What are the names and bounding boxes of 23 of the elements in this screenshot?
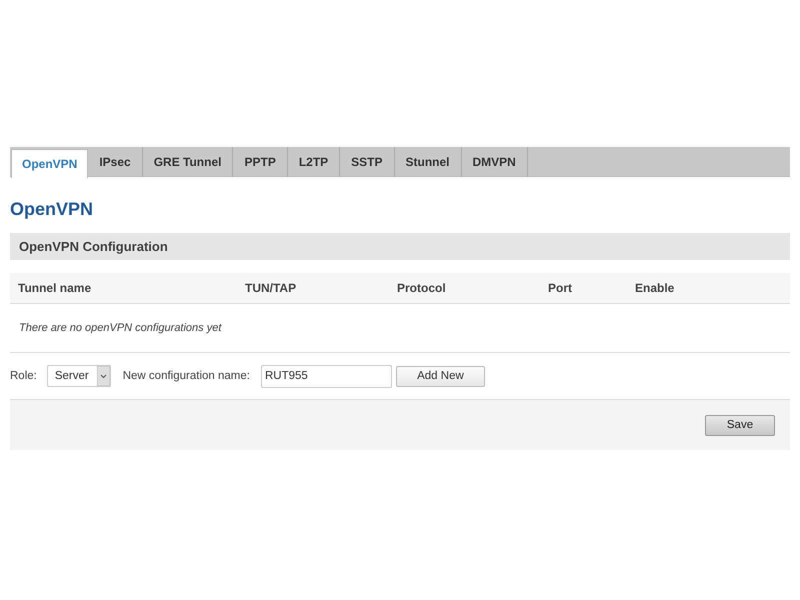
tab[interactable]: Stunnel bbox=[394, 147, 462, 177]
role-label: Role: bbox=[10, 370, 37, 382]
caret-icon bbox=[96, 366, 110, 386]
name-field[interactable]: RUT955 bbox=[260, 364, 392, 388]
tab[interactable]: PPTP bbox=[233, 147, 288, 177]
tab[interactable]: SSTP bbox=[340, 147, 395, 177]
name-label: New configuration name: bbox=[122, 370, 250, 382]
tab[interactable]: GRE Tunnel bbox=[142, 147, 234, 177]
column-header: Tunnel name bbox=[18, 281, 92, 295]
column-header: TUN/TAP bbox=[245, 281, 298, 295]
tab[interactable]: L2TP bbox=[288, 147, 340, 177]
role-select[interactable]: Server bbox=[46, 365, 111, 387]
column-header: Port bbox=[548, 281, 573, 295]
empty-message: There are no openVPN configurations yet bbox=[10, 304, 790, 353]
column-header: Protocol bbox=[397, 281, 447, 295]
section-header: OpenVPN Configuration bbox=[10, 233, 790, 260]
tab[interactable]: IPsec bbox=[88, 147, 143, 177]
tab[interactable]: DMVPN bbox=[462, 147, 528, 177]
add-new-button[interactable]: Add New bbox=[396, 366, 485, 386]
tab[interactable]: OpenVPN bbox=[11, 149, 88, 178]
save-button[interactable]: Save bbox=[705, 414, 775, 436]
column-header: Enable bbox=[635, 281, 676, 295]
page-heading: OpenVPN bbox=[10, 199, 94, 220]
